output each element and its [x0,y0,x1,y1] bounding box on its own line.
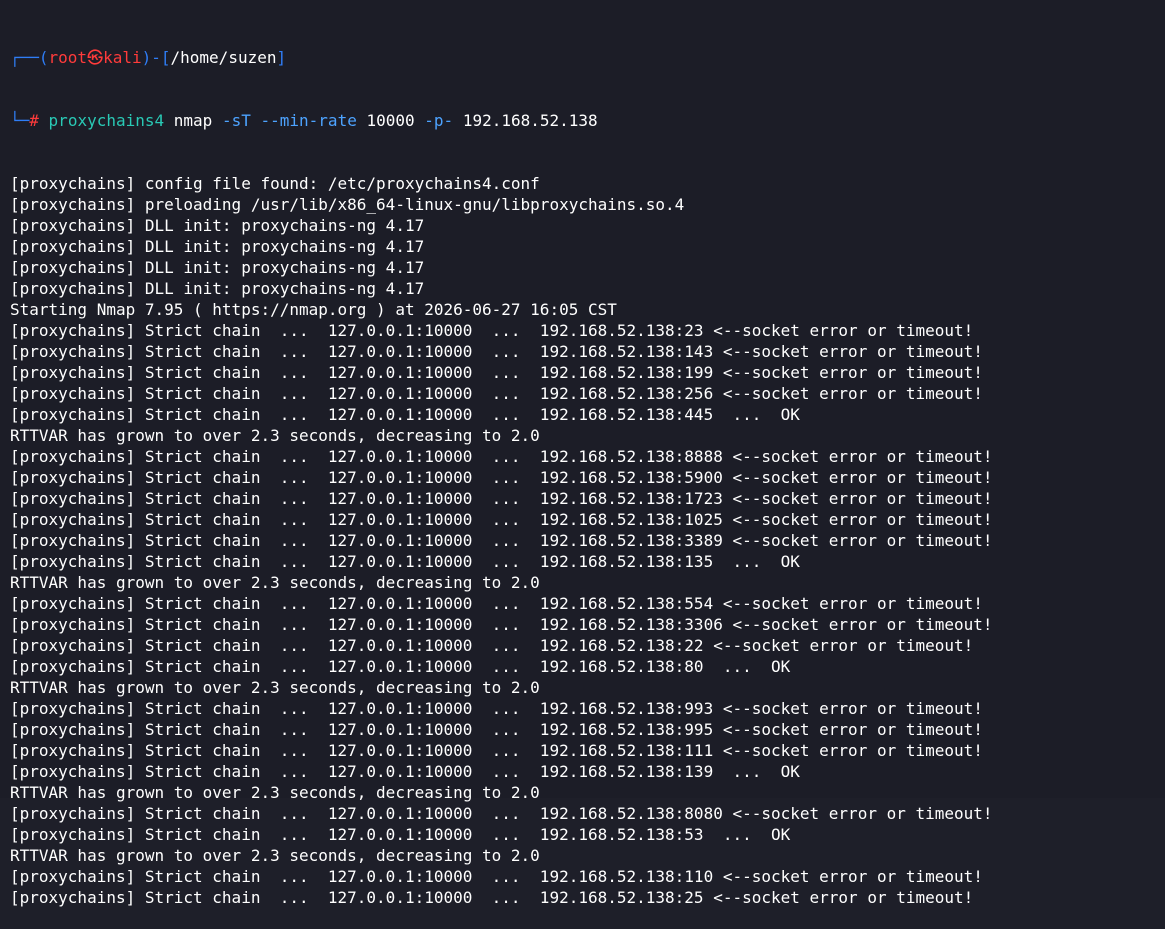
prompt-user: root [48,48,88,67]
prompt-host: kali [103,48,142,67]
output-line: [proxychains] DLL init: proxychains-ng 4… [10,258,425,277]
command-flag-st: -sT [221,111,251,130]
output-line: [proxychains] Strict chain ... 127.0.0.1… [10,531,993,550]
output-line: [proxychains] Strict chain ... 127.0.0.1… [10,468,993,487]
command-target: 192.168.52.138 [462,111,598,130]
output-line: RTTVAR has grown to over 2.3 seconds, de… [10,678,540,697]
output-line: [proxychains] Strict chain ... 127.0.0.1… [10,552,800,571]
output-line: [proxychains] DLL init: proxychains-ng 4… [10,279,425,298]
output-line: [proxychains] Strict chain ... 127.0.0.1… [10,657,791,676]
output-line: RTTVAR has grown to over 2.3 seconds, de… [10,783,540,802]
output-line: [proxychains] Strict chain ... 127.0.0.1… [10,594,983,613]
output-line: [proxychains] config file found: /etc/pr… [10,174,540,193]
output-line: RTTVAR has grown to over 2.3 seconds, de… [10,426,540,445]
output-line: [proxychains] Strict chain ... 127.0.0.1… [10,615,993,634]
command-flag-p: -p- [424,111,454,130]
prompt-at-symbol: ㉿ [87,48,104,67]
prompt-line-command: └─# proxychains4 nmap -sT --min-rate 100… [10,110,1165,131]
prompt-path: /home/suzen [170,48,277,67]
output-line: [proxychains] Strict chain ... 127.0.0.1… [10,342,983,361]
output-line: RTTVAR has grown to over 2.3 seconds, de… [10,573,540,592]
output-line: [proxychains] Strict chain ... 127.0.0.1… [10,741,983,760]
command-arg-nmap: nmap [173,111,213,130]
output-line: [proxychains] Strict chain ... 127.0.0.1… [10,804,993,823]
output-line: [proxychains] DLL init: proxychains-ng 4… [10,237,425,256]
terminal-window[interactable]: ┌──(root㉿kali)-[/home/suzen] └─# proxych… [0,0,1165,907]
prompt-close-bracket: ] [276,48,287,67]
output-line: [proxychains] Strict chain ... 127.0.0.1… [10,489,993,508]
output-line: [proxychains] Strict chain ... 127.0.0.1… [10,825,791,844]
output-line: [proxychains] DLL init: proxychains-ng 4… [10,216,425,235]
prompt-separator: )-[ [141,48,171,67]
prompt-line-top: ┌──(root㉿kali)-[/home/suzen] [10,47,1165,68]
output-line: [proxychains] Strict chain ... 127.0.0.1… [10,762,800,781]
output-line: [proxychains] Strict chain ... 127.0.0.1… [10,636,974,655]
prompt-corner-top: ┌──( [10,48,49,67]
prompt-hash: # [29,111,39,130]
output-line: [proxychains] Strict chain ... 127.0.0.1… [10,405,800,424]
output-line: [proxychains] Strict chain ... 127.0.0.1… [10,720,983,739]
output-line: [proxychains] preloading /usr/lib/x86_64… [10,195,685,214]
output-line: [proxychains] Strict chain ... 127.0.0.1… [10,888,974,907]
output-line: [proxychains] Strict chain ... 127.0.0.1… [10,363,983,382]
output-line: RTTVAR has grown to over 2.3 seconds, de… [10,846,540,865]
command-name: proxychains4 [48,111,165,130]
output-line: [proxychains] Strict chain ... 127.0.0.1… [10,384,983,403]
output-line: [proxychains] Strict chain ... 127.0.0.1… [10,447,993,466]
command-arg-rate: 10000 [366,111,415,130]
output-line: [proxychains] Strict chain ... 127.0.0.1… [10,321,974,340]
output-line: [proxychains] Strict chain ... 127.0.0.1… [10,867,983,886]
command-flag-min-rate: --min-rate [260,111,357,130]
prompt-corner-bottom: └─ [10,111,30,130]
output-line: Starting Nmap 7.95 ( https://nmap.org ) … [10,300,617,319]
output-line: [proxychains] Strict chain ... 127.0.0.1… [10,699,983,718]
output-line: [proxychains] Strict chain ... 127.0.0.1… [10,510,993,529]
